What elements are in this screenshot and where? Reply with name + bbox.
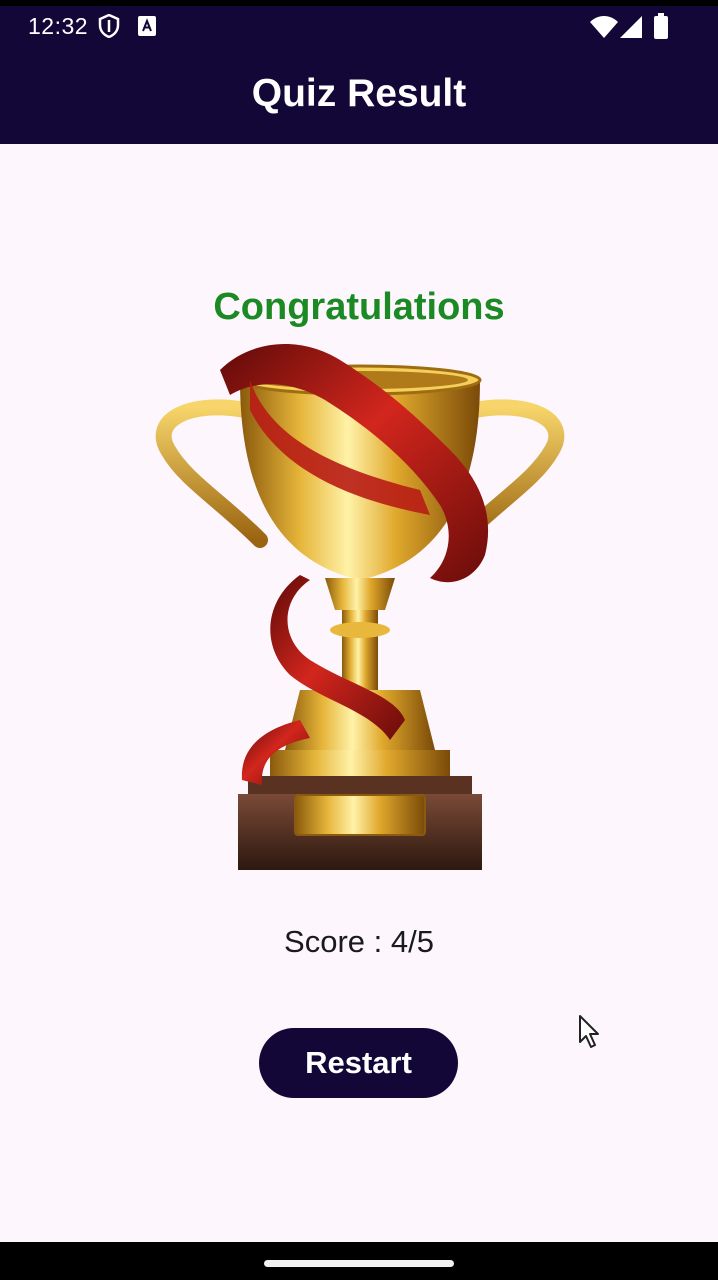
congratulations-heading: Congratulations	[213, 286, 505, 328]
battery-icon	[654, 13, 668, 44]
app-bar: 12:32 Quiz Result	[0, 6, 718, 144]
shield-icon	[98, 13, 120, 43]
font-a-icon	[138, 16, 156, 41]
restart-button[interactable]: Restart	[259, 1028, 458, 1098]
navigation-bar	[0, 1242, 718, 1280]
score-text: Score : 4/5	[284, 924, 434, 959]
home-gesture-handle[interactable]	[264, 1260, 454, 1267]
signal-icon	[620, 16, 642, 43]
page-title: Quiz Result	[251, 72, 467, 115]
wifi-icon	[590, 16, 618, 43]
quiz-result-screen: 12:32 Quiz Result Congratulations Score …	[0, 0, 718, 1280]
status-time: 12:32	[28, 13, 89, 39]
trophy-icon	[155, 343, 565, 870]
mouse-cursor-icon	[578, 1014, 602, 1055]
status-bar: 12:32	[0, 6, 718, 46]
